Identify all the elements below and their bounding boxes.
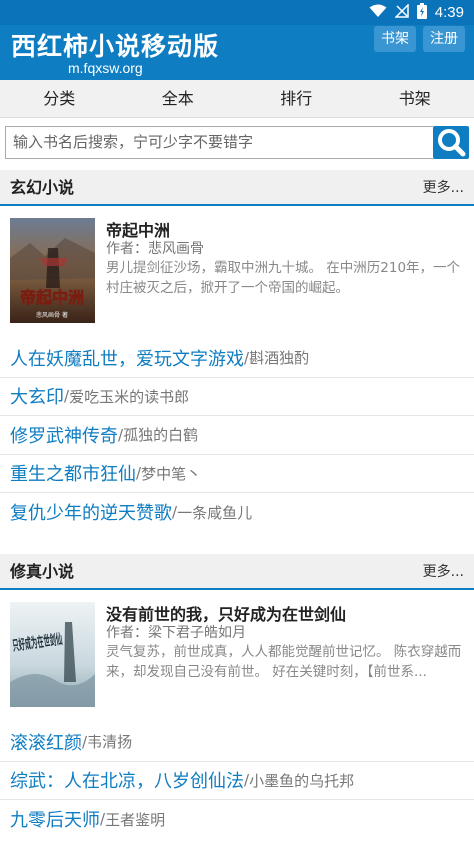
nav-item-complete[interactable]: 全本 — [119, 80, 238, 117]
book-cover[interactable]: 帝起中洲 悲风画骨 著 — [10, 218, 95, 323]
search-bar: 输入书名后搜索，宁可少字不要错字 — [5, 126, 469, 159]
book-title-link[interactable]: 复仇少年的逆天赞歌 — [10, 499, 172, 525]
book-author: 孤独的白鹤 — [123, 426, 199, 445]
section-header-xiuzhen: 修真小说 更多... — [0, 554, 474, 590]
cover-author: 悲风画骨 著 — [36, 311, 68, 319]
status-bar: 4:39 — [0, 0, 474, 25]
no-signal-icon — [393, 2, 409, 22]
nav-item-bookshelf[interactable]: 书架 — [356, 80, 474, 117]
more-link[interactable]: 更多... — [423, 554, 464, 590]
site-domain: m.fqxsw.org — [68, 60, 143, 76]
book-title-link[interactable]: 人在妖魔乱世，爱玩文字游戏 — [10, 345, 244, 371]
register-button[interactable]: 注册 — [423, 26, 465, 52]
list-item[interactable]: 大玄印 / 爱吃玉米的读书郎 — [0, 378, 474, 416]
search-button[interactable] — [433, 126, 469, 159]
list-item[interactable]: 修罗武神传奇 / 孤独的白鹤 — [0, 416, 474, 455]
book-author: 小墨鱼的乌托邦 — [249, 771, 355, 790]
book-title-link[interactable]: 综武：人在北凉，八岁创仙法 — [10, 767, 244, 793]
list-item[interactable]: 重生之都市狂仙 / 梦中笔丶 — [0, 455, 474, 493]
battery-icon — [416, 2, 427, 23]
featured-book[interactable]: 只好成为在世剑仙 没有前世的我，只好成为在世剑仙 作者：梁下君子皓如月 灵气复苏… — [0, 602, 474, 710]
site-title[interactable]: 西红柿小说移动版 — [11, 27, 219, 63]
book-title-link[interactable]: 滚滚红颜 — [10, 729, 82, 755]
book-description: 男儿提剑征沙场，霸取中洲九十城。 在中洲历210年，一个村庄被灭之后，掀开了一个… — [106, 260, 461, 296]
book-cover[interactable]: 只好成为在世剑仙 — [10, 602, 95, 707]
book-author: 韦清扬 — [87, 733, 133, 752]
bookshelf-button[interactable]: 书架 — [374, 26, 416, 52]
featured-book[interactable]: 帝起中洲 悲风画骨 著 帝起中洲 作者：悲风画骨 男儿提剑征沙场，霸取中洲九十城… — [0, 218, 474, 326]
search-icon — [438, 129, 466, 157]
list-item[interactable]: 综武：人在北凉，八岁创仙法 / 小墨鱼的乌托邦 — [0, 762, 474, 800]
cover-title: 帝起中洲 — [20, 288, 84, 307]
nav-item-category[interactable]: 分类 — [0, 80, 119, 117]
book-author: 作者：梁下君子皓如月 — [106, 625, 246, 641]
book-description: 灵气复苏，前世成真，人人都能觉醒前世记忆。 陈衣穿越而来，却发现自己没有前世。 … — [106, 644, 462, 680]
section-header-xuanhuan: 玄幻小说 更多... — [0, 170, 474, 206]
book-author: 斟酒独酌 — [249, 349, 310, 368]
book-title-link[interactable]: 修罗武神传奇 — [10, 422, 118, 448]
list-item[interactable]: 九零后天师 / 王者鉴明 — [0, 800, 474, 839]
list-item[interactable]: 滚滚红颜 / 韦清扬 — [0, 723, 474, 762]
book-author: 王者鉴明 — [105, 810, 166, 829]
site-header: 西红柿小说移动版 m.fqxsw.org 书架 注册 — [0, 25, 474, 80]
clock: 4:39 — [434, 4, 464, 21]
list-item[interactable]: 复仇少年的逆天赞歌 / 一条咸鱼儿 — [0, 493, 474, 532]
book-author: 作者：悲风画骨 — [106, 241, 204, 257]
nav-item-ranking[interactable]: 排行 — [237, 80, 356, 117]
search-input[interactable]: 输入书名后搜索，宁可少字不要错字 — [5, 126, 433, 159]
wifi-icon — [369, 4, 387, 22]
book-title-link[interactable]: 大玄印 — [10, 383, 64, 409]
book-title-link[interactable]: 重生之都市狂仙 — [10, 460, 136, 486]
book-author: 一条咸鱼儿 — [177, 503, 253, 522]
section-title: 玄幻小说 — [10, 178, 75, 197]
book-author: 爱吃玉米的读书郎 — [69, 387, 190, 406]
book-list-xuanhuan: 人在妖魔乱世，爱玩文字游戏 / 斟酒独酌 大玄印 / 爱吃玉米的读书郎 修罗武神传奇 / 孤… — [0, 339, 474, 532]
section-title: 修真小说 — [10, 562, 75, 581]
list-item[interactable]: 人在妖魔乱世，爱玩文字游戏 / 斟酒独酌 — [0, 339, 474, 378]
main-nav: 分类 全本 排行 书架 — [0, 80, 474, 118]
book-title-link[interactable]: 九零后天师 — [10, 806, 100, 832]
book-author: 梦中笔丶 — [141, 464, 202, 483]
book-list-xiuzhen: 滚滚红颜 / 韦清扬 综武：人在北凉，八岁创仙法 / 小墨鱼的乌托邦 九零后天师 / 王者鉴… — [0, 723, 474, 839]
more-link[interactable]: 更多... — [423, 170, 464, 206]
